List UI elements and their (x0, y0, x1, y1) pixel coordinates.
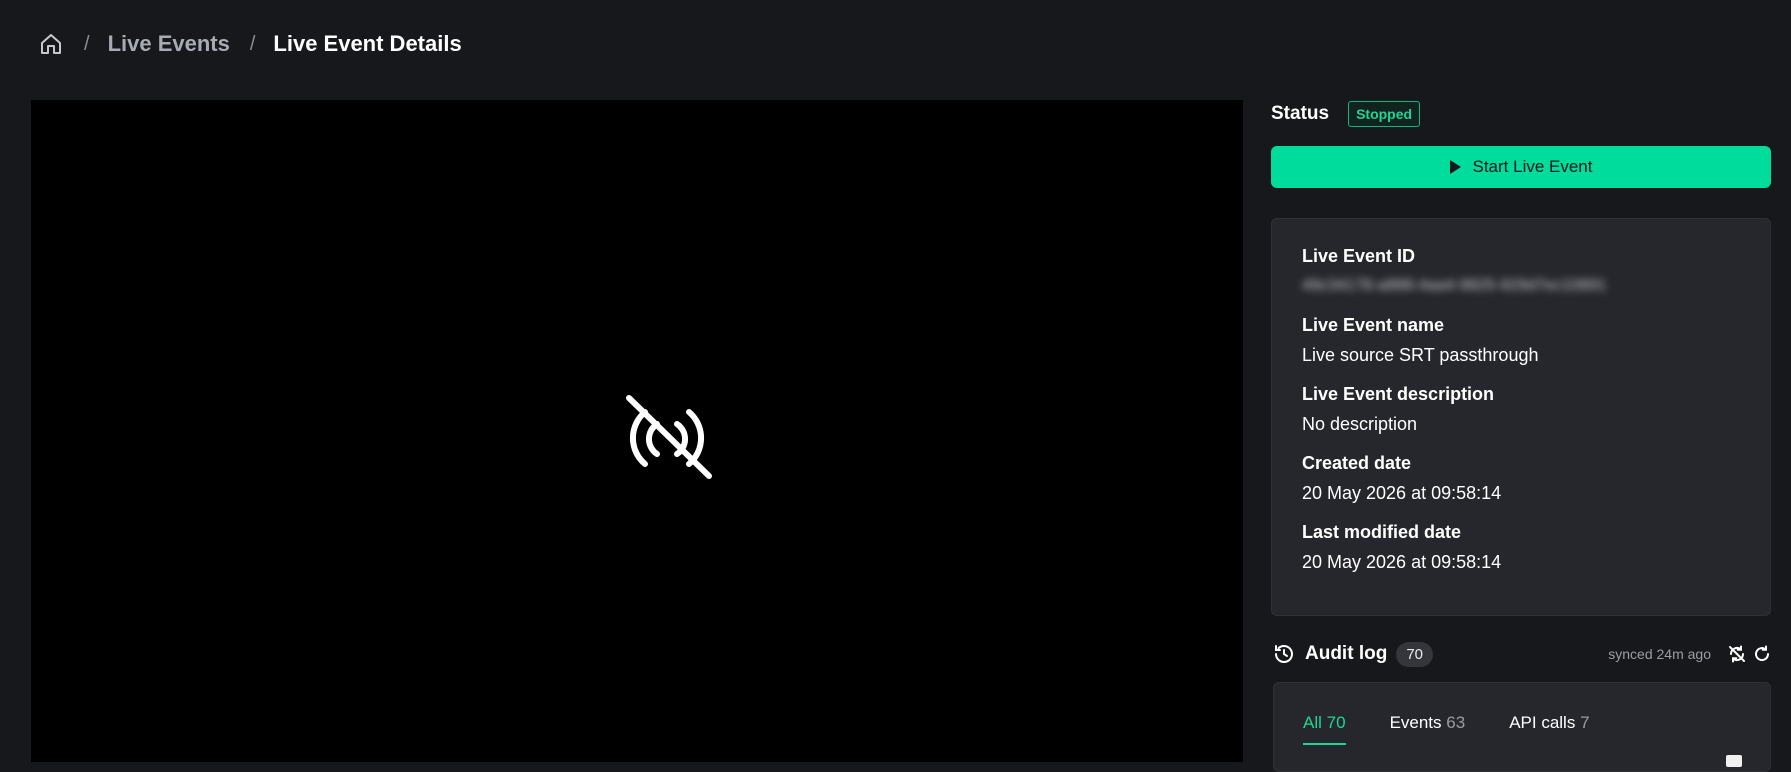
tab-label: Events (1389, 713, 1442, 732)
breadcrumb-separator: / (84, 32, 90, 55)
play-icon (1449, 160, 1462, 174)
field-created-date: Created date 20 May 2026 at 09:58:14 (1302, 452, 1740, 504)
video-player[interactable] (31, 100, 1243, 762)
scrollbar-thumb[interactable] (1726, 755, 1742, 767)
page-title: Live Event Details (273, 31, 462, 56)
field-live-event-name: Live Event name Live source SRT passthro… (1302, 314, 1740, 366)
tab-label: API calls (1509, 713, 1576, 732)
breadcrumb: / Live Events / Live Event Details (38, 26, 462, 62)
field-value: 49c34178-a888-4aa4-9825-929d7ec10891 (1302, 277, 1607, 294)
tab-count: 7 (1580, 713, 1590, 732)
tab-all[interactable]: All 70 (1303, 713, 1346, 745)
breadcrumb-live-events-link[interactable]: Live Events (108, 31, 230, 57)
details-card: Live Event ID 49c34178-a888-4aa4-9825-92… (1271, 218, 1771, 616)
field-live-event-id: Live Event ID 49c34178-a888-4aa4-9825-92… (1302, 245, 1740, 297)
field-label: Live Event ID (1302, 246, 1416, 266)
no-signal-icon (621, 392, 713, 482)
audit-log-header: Audit log 70 synced 24m ago (1273, 640, 1771, 668)
start-live-event-label: Start Live Event (1472, 157, 1593, 176)
status-badge: Stopped (1348, 101, 1421, 127)
refresh-icon[interactable] (1753, 645, 1771, 663)
tab-count: 63 (1446, 713, 1466, 732)
synced-status: synced 24m ago (1608, 646, 1711, 662)
field-label: Live Event name (1302, 315, 1445, 335)
breadcrumb-separator: / (249, 32, 256, 55)
field-live-event-description: Live Event description No description (1302, 383, 1740, 435)
field-value: No description (1302, 414, 1418, 434)
status-row: Status Stopped (1271, 100, 1771, 128)
audit-log-tabs: All 70 Events 63 API calls 7 (1274, 683, 1770, 745)
start-live-event-button[interactable]: Start Live Event (1271, 146, 1771, 188)
audit-log-count-badge: 70 (1396, 641, 1433, 667)
tab-api-calls[interactable]: API calls 7 (1509, 713, 1589, 745)
field-value: Live source SRT passthrough (1302, 345, 1539, 365)
tab-label: All (1303, 713, 1322, 732)
field-value: 20 May 2026 at 09:58:14 (1302, 552, 1502, 572)
sync-off-icon[interactable] (1728, 645, 1746, 663)
audit-log-title: Audit log (1305, 643, 1388, 664)
home-icon[interactable] (38, 31, 64, 57)
field-last-modified-date: Last modified date 20 May 2026 at 09:58:… (1302, 521, 1740, 573)
field-label: Last modified date (1302, 522, 1462, 542)
tab-events[interactable]: Events 63 (1390, 713, 1466, 745)
right-panel: Status Stopped Start Live Event Live Eve… (1271, 100, 1771, 616)
field-label: Created date (1302, 453, 1412, 473)
status-label: Status (1271, 103, 1330, 124)
history-icon (1273, 643, 1295, 665)
field-label: Live Event description (1302, 384, 1495, 404)
field-value: 20 May 2026 at 09:58:14 (1302, 483, 1502, 503)
tab-count: 70 (1326, 713, 1346, 732)
audit-log-card: All 70 Events 63 API calls 7 (1273, 682, 1771, 772)
